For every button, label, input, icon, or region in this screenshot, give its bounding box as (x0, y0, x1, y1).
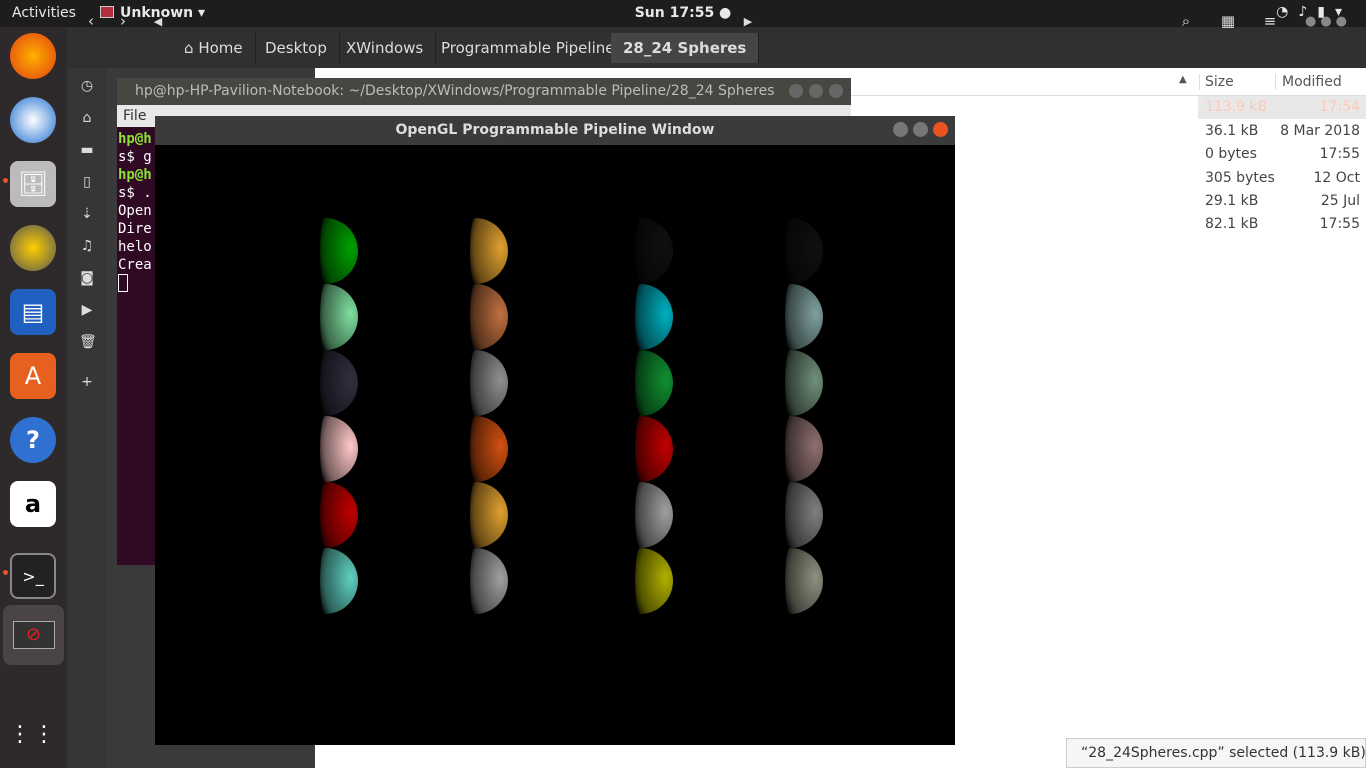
breadcrumb-xwindows[interactable]: XWindows (334, 33, 437, 63)
show-applications-icon[interactable]: ⋮⋮ (9, 711, 56, 757)
opengl-window-title: OpenGL Programmable Pipeline Window (155, 116, 955, 145)
breadcrumb-home[interactable]: ⌂ Home (172, 33, 256, 63)
other-locations-icon[interactable]: + (79, 374, 95, 392)
breadcrumb-programmable-pipeline[interactable]: Programmable Pipeline (429, 33, 628, 63)
sphere (785, 482, 823, 548)
view-grid-icon[interactable]: ▦ (1214, 7, 1242, 35)
file-row[interactable]: 29.1 kB 25 Jul (1198, 190, 1366, 213)
top-bar: Activities Unknown ▾ Sun 17:55 ● ◔♪▮▾ (0, 0, 1366, 27)
sphere (470, 218, 508, 284)
sphere (320, 548, 358, 614)
sphere (635, 416, 673, 482)
sphere (635, 284, 673, 350)
path-left-arrow[interactable]: ◀ (150, 7, 166, 35)
file-row[interactable]: 36.1 kB 8 Mar 2018 (1198, 120, 1366, 143)
modified-column-header[interactable]: Modified (1275, 74, 1342, 90)
close-button[interactable] (933, 122, 948, 137)
file-row[interactable]: 0 bytes 17:55 (1198, 143, 1366, 166)
sphere (470, 548, 508, 614)
file-row[interactable]: 305 bytes 12 Oct (1198, 167, 1366, 190)
breadcrumb-28-24-spheres[interactable]: 28_24 Spheres (611, 33, 760, 63)
amazon-icon[interactable]: a (10, 481, 56, 527)
sphere (785, 350, 823, 416)
minimize-button[interactable] (789, 84, 803, 98)
back-button[interactable]: ‹ (80, 7, 102, 35)
no-entry-icon: ⊘ (12, 621, 55, 649)
sphere (470, 482, 508, 548)
sphere (320, 218, 358, 284)
thunderbird-icon[interactable] (10, 97, 56, 143)
desktop-folder-icon[interactable]: ▬ (79, 142, 95, 160)
sphere (635, 548, 673, 614)
forward-button[interactable]: › (112, 7, 134, 35)
downloads-icon[interactable]: ⇣ (79, 206, 95, 224)
writer-icon[interactable]: ▤ (10, 289, 56, 335)
sphere (785, 284, 823, 350)
breadcrumb-desktop[interactable]: Desktop (253, 33, 340, 63)
size-column-header[interactable]: Size (1199, 74, 1234, 90)
sphere (635, 218, 673, 284)
sphere (635, 350, 673, 416)
dock: 🗄 ▤ A ? a >_ ⊘ ⋮⋮ (0, 27, 67, 768)
sphere (470, 416, 508, 482)
maximize-button[interactable] (913, 122, 928, 137)
file-row[interactable]: 113.9 kB 17:54 (1198, 96, 1366, 119)
opengl-canvas[interactable] (155, 145, 955, 745)
search-icon[interactable]: ⌕ (1172, 7, 1200, 35)
path-right-arrow[interactable]: ▶ (740, 7, 756, 35)
maximize-button[interactable] (809, 84, 823, 98)
sphere (320, 350, 358, 416)
menu-icon[interactable]: ≡ (1256, 7, 1284, 35)
home-icon: ⌂ (184, 39, 194, 57)
sphere (320, 284, 358, 350)
selection-status: “28_24Spheres.cpp” selected (113.9 kB) (1066, 738, 1366, 768)
sphere (785, 218, 823, 284)
places-sidebar: ◷ ⌂ ▬ ▯ ⇣ ♫ ◙ ▶ 🗑 + (67, 68, 107, 768)
opengl-window[interactable]: OpenGL Programmable Pipeline Window (155, 116, 955, 745)
sphere (785, 548, 823, 614)
sphere (470, 350, 508, 416)
clock[interactable]: Sun 17:55 ● (635, 5, 732, 21)
documents-icon[interactable]: ▯ (79, 174, 95, 192)
sphere (470, 284, 508, 350)
minimize-button[interactable] (893, 122, 908, 137)
music-icon[interactable]: ♫ (79, 238, 95, 256)
terminal-title: hp@hp-HP-Pavilion-Notebook: ~/Desktop/XW… (117, 78, 851, 105)
recent-icon[interactable]: ◷ (79, 78, 95, 96)
sphere (320, 416, 358, 482)
help-icon[interactable]: ? (10, 417, 56, 463)
window-controls[interactable]: ●●● (1300, 7, 1356, 35)
trash-icon[interactable]: 🗑 (79, 334, 97, 352)
firefox-icon[interactable] (10, 33, 56, 79)
sphere (320, 482, 358, 548)
sphere (785, 416, 823, 482)
files-icon[interactable]: 🗄 (10, 161, 56, 207)
pictures-icon[interactable]: ◙ (79, 270, 95, 288)
home-icon[interactable]: ⌂ (79, 110, 95, 128)
file-row[interactable]: 82.1 kB 17:55 (1198, 213, 1366, 236)
sphere (635, 482, 673, 548)
close-button[interactable] (829, 84, 843, 98)
activities-button[interactable]: Activities (12, 5, 76, 21)
software-center-icon[interactable]: A (10, 353, 56, 399)
rhythmbox-icon[interactable] (10, 225, 56, 271)
terminal-cursor (118, 274, 128, 292)
running-app-highlight[interactable]: ⊘ (3, 605, 64, 665)
terminal-icon[interactable]: >_ (10, 553, 56, 599)
videos-icon[interactable]: ▶ (79, 302, 95, 320)
sort-up-icon[interactable]: ▲ (1179, 74, 1187, 85)
